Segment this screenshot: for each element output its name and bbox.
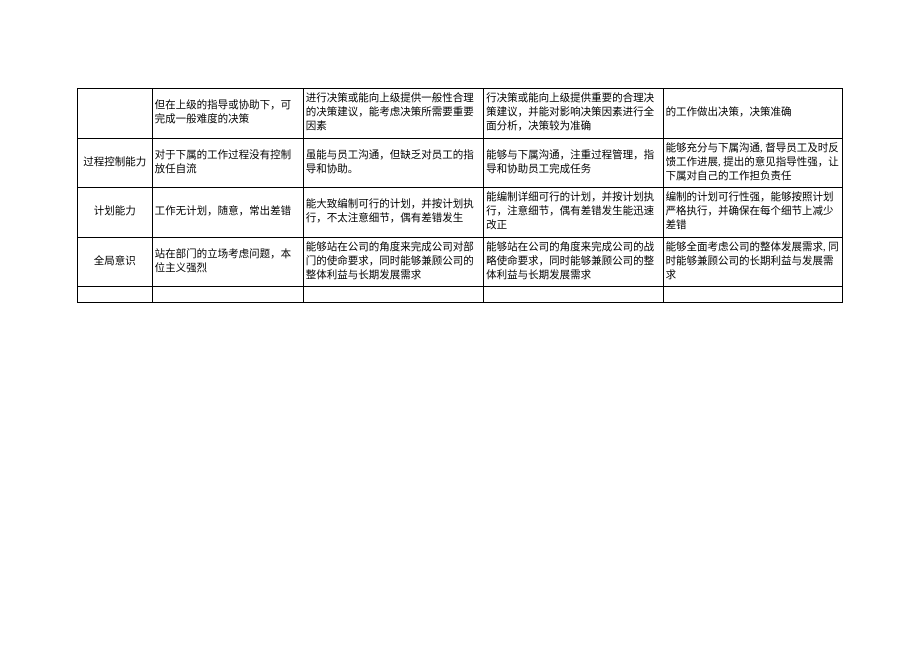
cell-level-b: 进行决策或能向上级提供一般性合理的决策建议，能考虑决策所需要重要因素 (303, 89, 483, 139)
empty-cell (663, 287, 842, 303)
empty-cell (484, 287, 663, 303)
document-page: 但在上级的指导或协助下，可完成一般难度的决策 进行决策或能向上级提供一般性合理的… (0, 0, 920, 303)
cell-level-d: 编制的计划可行性强，能够按照计划严格执行，并确保在每个细节上减少差错 (663, 188, 842, 238)
row-label: 全局意识 (78, 237, 153, 287)
cell-level-d: 能够充分与下属沟通, 督导员工及时反馈工作进展, 提出的意见指导性强，让下属对自… (663, 138, 842, 188)
empty-cell (78, 287, 153, 303)
table-row: 计划能力 工作无计划，随意，常出差错 能大致编制可行的计划，并按计划执行，不太注… (78, 188, 843, 238)
empty-cell (152, 287, 303, 303)
cell-level-d: 的工作做出决策，决策准确 (663, 89, 842, 139)
cell-level-a: 对于下属的工作过程没有控制放任自流 (152, 138, 303, 188)
row-label (78, 89, 153, 139)
cell-level-a: 站在部门的立场考虑问题，本位主义强烈 (152, 237, 303, 287)
row-label: 计划能力 (78, 188, 153, 238)
cell-level-a: 工作无计划，随意，常出差错 (152, 188, 303, 238)
table-row: 全局意识 站在部门的立场考虑问题，本位主义强烈 能够站在公司的角度来完成公司对部… (78, 237, 843, 287)
cell-level-d: 能够全面考虑公司的整体发展需求, 同时能够兼顾公司的长期利益与发展需求 (663, 237, 842, 287)
row-label: 过程控制能力 (78, 138, 153, 188)
cell-level-b: 虽能与员工沟通，但缺乏对员工的指导和协助。 (303, 138, 483, 188)
competency-table: 但在上级的指导或协助下，可完成一般难度的决策 进行决策或能向上级提供一般性合理的… (77, 88, 843, 303)
cell-level-a: 但在上级的指导或协助下，可完成一般难度的决策 (152, 89, 303, 139)
table-row: 过程控制能力 对于下属的工作过程没有控制放任自流 虽能与员工沟通，但缺乏对员工的… (78, 138, 843, 188)
cell-level-c: 能够站在公司的角度来完成公司的战略使命要求，同时能够兼顾公司的整体利益与长期发展… (484, 237, 663, 287)
cell-level-b: 能大致编制可行的计划，并按计划执行，不太注意细节，偶有差错发生 (303, 188, 483, 238)
table-row: 但在上级的指导或协助下，可完成一般难度的决策 进行决策或能向上级提供一般性合理的… (78, 89, 843, 139)
cell-level-c: 行决策或能向上级提供重要的合理决策建议，并能对影响决策因素进行全面分析，决策较为… (484, 89, 663, 139)
table-row-empty (78, 287, 843, 303)
empty-cell (303, 287, 483, 303)
cell-level-b: 能够站在公司的角度来完成公司对部门的使命要求，同时能够兼顾公司的整体利益与长期发… (303, 237, 483, 287)
cell-level-c: 能够与下属沟通，注重过程管理，指导和协助员工完成任务 (484, 138, 663, 188)
cell-level-c: 能编制详细可行的计划，并按计划执行，注意细节，偶有差错发生能迅速改正 (484, 188, 663, 238)
